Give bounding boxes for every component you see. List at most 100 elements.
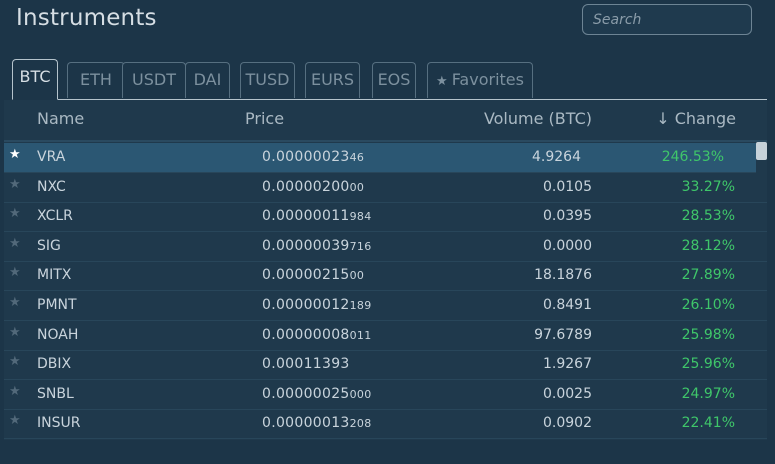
instrument-price: 0.0000020000 [262,179,364,195]
table-row[interactable]: ★ SIG 0.00000039716 0.0000 28.12% [4,232,767,262]
price-small-digits: 189 [349,299,372,312]
tab-favorites[interactable]: ★ Favorites [427,62,533,98]
instrument-name: PMNT [37,297,77,313]
instrument-price: 0.00000025000 [262,386,372,402]
favorite-star-icon[interactable]: ★ [9,295,21,310]
instrument-name: SNBL [37,385,74,402]
instrument-change: 26.10% [681,297,735,313]
scrollbar-thumb[interactable] [756,142,767,160]
tab-eurs[interactable]: EURS [305,62,360,98]
instrument-change: 24.97% [681,385,735,402]
instrument-change: 33.27% [681,178,735,195]
price-main: 0.00000215 [262,267,350,284]
table-row[interactable]: ★ NOAH 0.00000008011 97.6789 25.98% [4,321,767,351]
tab-label: EOS [377,70,411,89]
price-main: 0.00000025 [262,385,350,402]
price-main: 0.00000200 [262,178,350,195]
favorite-star-icon[interactable]: ★ [9,147,21,162]
column-header-name[interactable]: Name [37,109,84,128]
table-row[interactable]: ★ PMNT 0.00000012189 0.8491 26.10% [4,291,767,321]
column-header-change[interactable]: ↓ Change [656,109,736,128]
instrument-name: NOAH [37,326,79,343]
tab-label: TUSD [245,70,290,89]
column-header-change-label: Change [674,109,736,128]
price-small-digits: 984 [349,210,372,224]
instrument-change: 28.53% [681,208,735,225]
favorite-star-icon[interactable]: ★ [9,413,21,428]
search-input[interactable] [582,4,752,35]
instrument-volume: 97.6789 [534,326,592,343]
price-small-digits: 000 [349,387,372,401]
price-main: 0.00000008 [262,326,350,343]
instrument-price: 0.00000008011 [262,327,372,343]
table-row[interactable]: ★ INSUR 0.00000013208 0.0902 22.41% [4,409,767,440]
instrument-change: 28.12% [681,237,735,254]
instrument-name: XCLR [37,208,73,225]
price-small-digits: 00 [349,180,365,194]
instrument-price: 0.00011393 [262,356,350,372]
price-small-digits: 208 [349,417,372,431]
price-small-digits: 46 [349,151,365,164]
instruments-table: Name Price Volume (BTC) ↓ Change ★ VRA 0.0… [4,100,767,440]
price-main: 0.00011393 [262,356,350,373]
table-row[interactable]: ★ MITX 0.0000021500 18.1876 27.89% [4,261,767,292]
tab-dai[interactable]: DAI [185,62,230,98]
instrument-price: 0.00000011984 [262,208,372,224]
instrument-price: 0.0000002346 [262,149,364,165]
instrument-name: VRA [37,149,66,165]
instrument-name: MITX [37,267,72,284]
price-main: 0.00000013 [262,415,350,432]
instrument-name: DBIX [37,356,72,373]
instrument-change: 27.89% [681,267,735,284]
arrow-down-icon: ↓ [656,109,670,128]
instrument-change: 246.53% [661,149,724,165]
column-header-volume[interactable]: Volume (BTC) [484,109,592,128]
instrument-name: NXC [37,178,66,195]
instrument-volume: 4.9264 [532,149,581,165]
instrument-volume: 1.9267 [543,356,592,373]
tab-tusd[interactable]: TUSD [240,62,295,98]
currency-tabs: BTC ETH USDT DAI TUSD EURS EOS ★ Favorite… [12,59,767,100]
tab-eos[interactable]: EOS [372,62,416,98]
tab-usdt[interactable]: USDT [122,62,186,98]
favorite-star-icon[interactable]: ★ [9,384,21,399]
instrument-volume: 0.0105 [543,178,592,195]
table-row[interactable]: ★ VRA 0.0000002346 4.9264 246.53% [4,143,756,173]
favorite-star-icon[interactable]: ★ [9,265,21,280]
favorite-star-icon[interactable]: ★ [9,236,21,251]
table-row[interactable]: ★ SNBL 0.00000025000 0.0025 24.97% [4,380,767,410]
price-small-digits: 011 [349,328,372,342]
tab-label: BTC [19,67,51,86]
star-icon: ★ [436,74,448,89]
tab-label: USDT [132,70,176,89]
favorite-star-icon[interactable]: ★ [9,206,21,221]
instrument-volume: 18.1876 [534,267,592,284]
instrument-volume: 0.0000 [543,237,592,254]
tab-label: ETH [80,70,112,89]
instrument-price: 0.0000021500 [262,267,364,283]
tab-label: DAI [193,70,222,89]
table-row[interactable]: ★ XCLR 0.00000011984 0.0395 28.53% [4,202,767,233]
instrument-volume: 0.0902 [543,415,592,432]
favorite-star-icon[interactable]: ★ [9,354,21,369]
price-small-digits: 00 [349,269,365,283]
price-main: 0.00000012 [262,297,350,313]
price-main: 0.00000023 [262,149,350,165]
page-title: Instruments [16,5,157,31]
tab-label: EURS [310,70,355,89]
tab-btc[interactable]: BTC [12,59,58,100]
table-row[interactable]: ★ DBIX 0.00011393 1.9267 25.96% [4,350,767,381]
favorite-star-icon[interactable]: ★ [9,325,21,340]
instrument-volume: 0.8491 [543,297,592,313]
column-header-price[interactable]: Price [245,109,284,128]
instrument-change: 22.41% [681,415,735,432]
favorite-star-icon[interactable]: ★ [9,177,21,192]
instrument-volume: 0.0395 [543,208,592,225]
tab-eth[interactable]: ETH [67,62,125,98]
instrument-name: INSUR [37,415,81,432]
tab-label: Favorites [451,70,524,89]
instrument-change: 25.96% [681,356,735,373]
instruments-panel: Instruments BTC ETH USDT DAI TUSD EURS E… [0,0,775,464]
instrument-volume: 0.0025 [543,385,592,402]
table-row[interactable]: ★ NXC 0.0000020000 0.0105 33.27% [4,173,767,203]
